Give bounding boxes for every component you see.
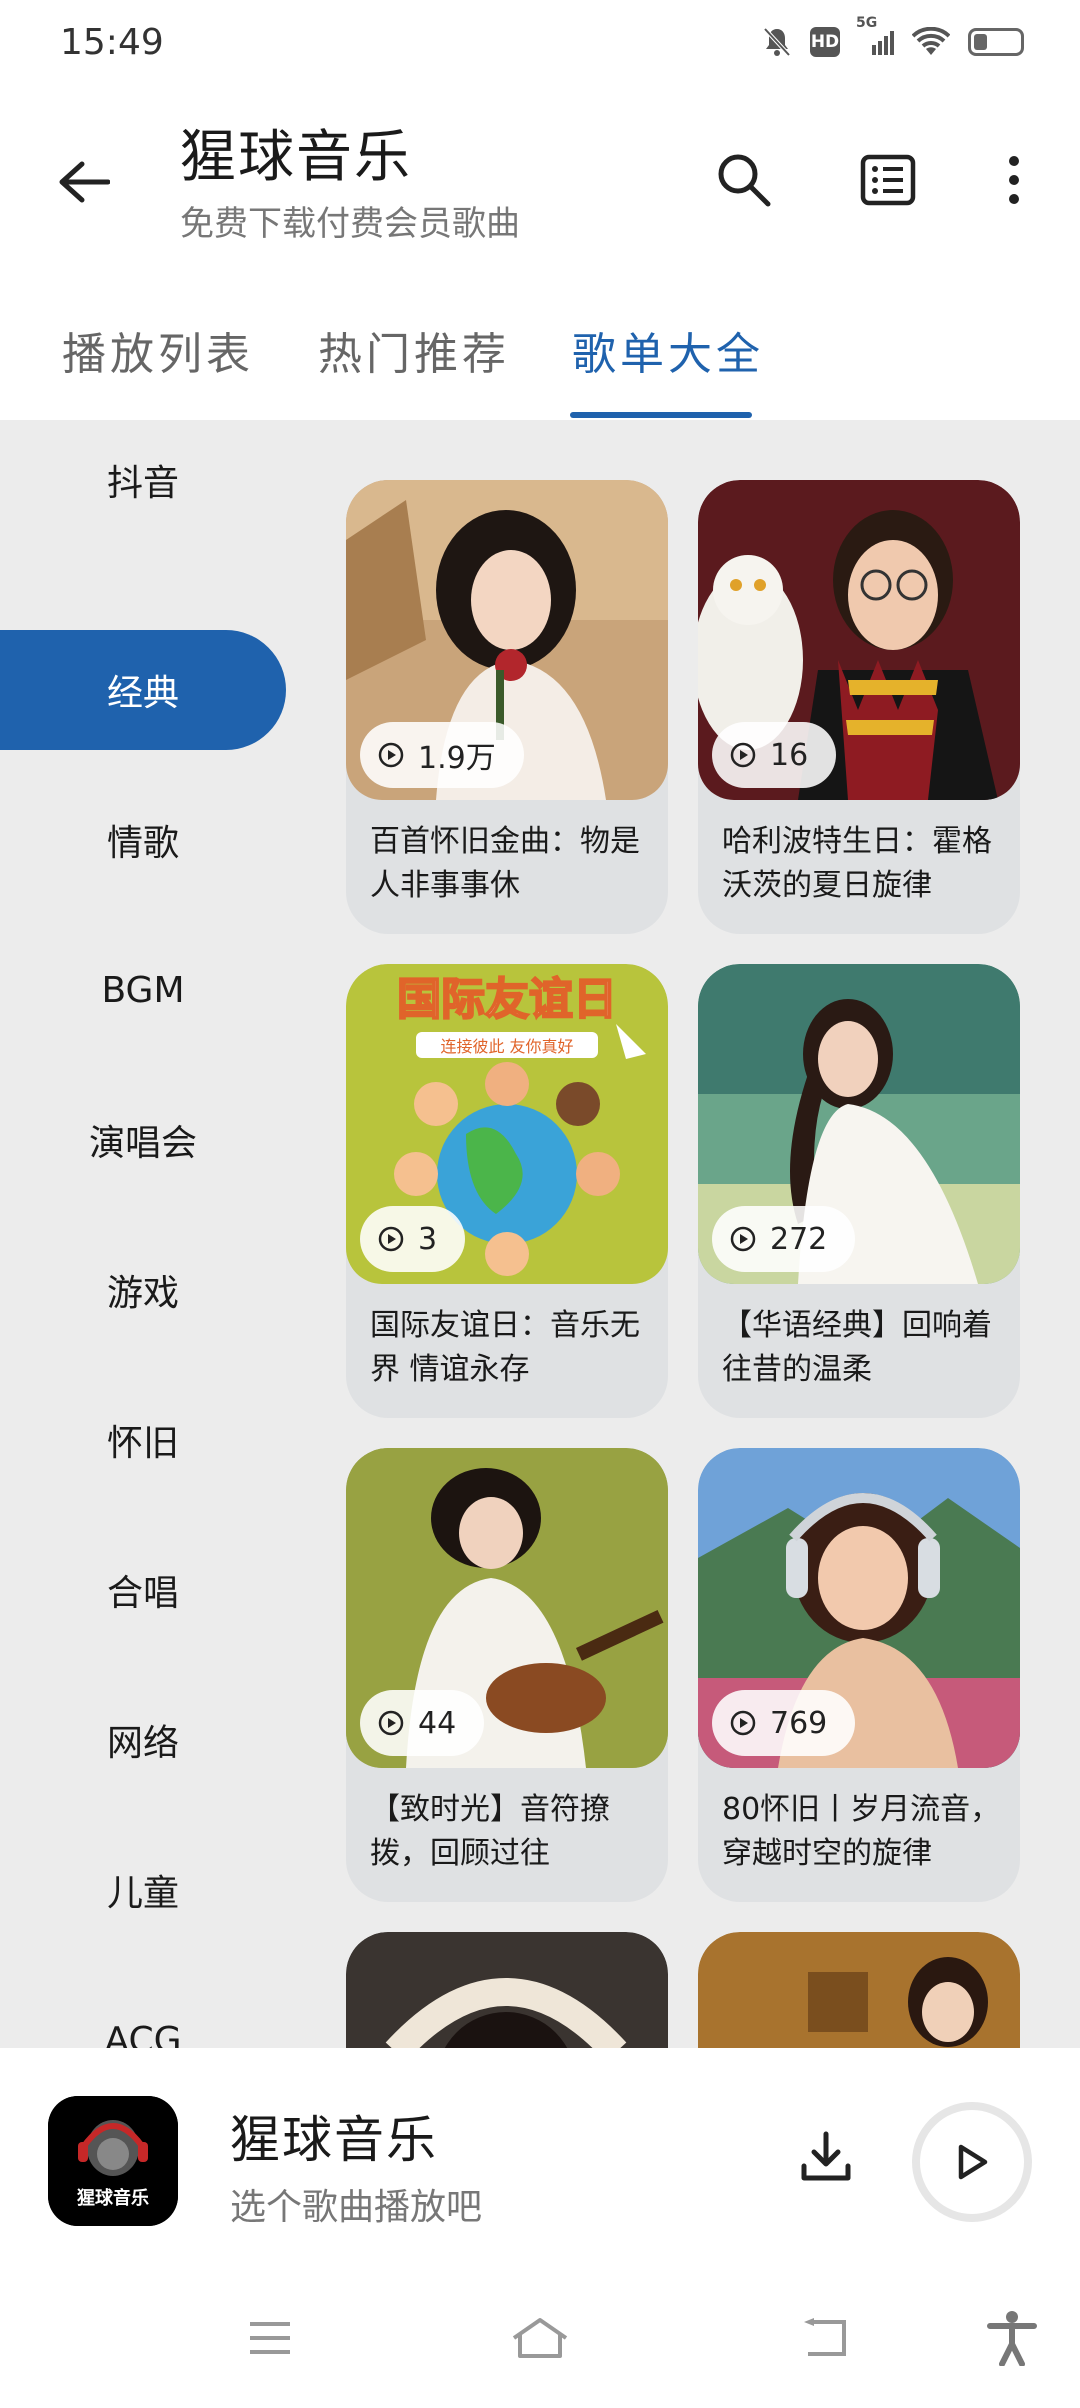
sidebar-item-children[interactable]: 儿童 bbox=[0, 1830, 286, 1950]
back-button[interactable] bbox=[52, 150, 116, 214]
search-icon bbox=[718, 154, 771, 207]
play-button[interactable] bbox=[912, 2102, 1032, 2222]
tab-hot-recommend[interactable]: 热门推荐 bbox=[318, 318, 510, 382]
playlist-cover-image bbox=[346, 1932, 668, 2048]
download-button[interactable] bbox=[790, 2120, 862, 2192]
playlist-card[interactable]: 272 【华语经典】回响着往昔的温柔 bbox=[698, 964, 1020, 1418]
playlist-card[interactable]: 16 哈利波特生日：霍格沃茨的夏日旋律 bbox=[698, 480, 1020, 934]
sidebar-item-douyin[interactable]: 抖音 bbox=[0, 420, 286, 540]
sidebar-item-internet[interactable]: 网络 bbox=[0, 1680, 286, 1800]
sidebar-item-chorus[interactable]: 合唱 bbox=[0, 1530, 286, 1650]
status-time: 15:49 bbox=[60, 21, 164, 63]
play-circle-icon bbox=[378, 1226, 404, 1252]
play-count-pill: 44 bbox=[360, 1690, 485, 1756]
play-icon bbox=[958, 2144, 988, 2180]
playlist-cover-image: 1.9万 bbox=[346, 480, 668, 800]
sidebar-item-nostalgia[interactable]: 怀旧 bbox=[0, 1380, 286, 1500]
system-nav-bar bbox=[0, 2268, 1080, 2408]
sidebar-item-game[interactable]: 游戏 bbox=[0, 1230, 286, 1350]
playlist-cover-image: 272 bbox=[698, 964, 1020, 1284]
app-bar: 猩球音乐 免费下载付费会员歌曲 bbox=[0, 84, 1080, 274]
cover-subtitle-text: 连接彼此 友你真好 bbox=[440, 1037, 573, 1056]
playlist-title: 哈利波特生日：霍格沃茨的夏日旋律 bbox=[722, 824, 992, 903]
home-icon bbox=[512, 2318, 568, 2358]
mini-player[interactable]: 猩球音乐 猩球音乐 选个歌曲播放吧 bbox=[0, 2048, 1080, 2268]
active-tab-indicator bbox=[570, 412, 752, 418]
mute-icon bbox=[762, 26, 792, 58]
arrow-left-icon bbox=[59, 161, 110, 203]
playlist-title: 【华语经典】回响着往昔的温柔 bbox=[722, 1308, 992, 1387]
app-title: 猩球音乐 bbox=[180, 125, 412, 190]
player-subtitle: 选个歌曲播放吧 bbox=[230, 2187, 483, 2228]
play-circle-icon bbox=[378, 1710, 404, 1736]
playlist-title: 国际友谊日：音乐无界 情谊永存 bbox=[370, 1308, 640, 1387]
sidebar-item-bgm[interactable]: BGM bbox=[0, 930, 286, 1050]
play-count: 44 bbox=[418, 1705, 457, 1741]
status-bar: 15:49 HD 5G bbox=[0, 0, 1080, 84]
play-circle-icon bbox=[378, 742, 404, 768]
player-title: 猩球音乐 bbox=[230, 2111, 438, 2169]
playlist-cover-image: 769 bbox=[698, 1448, 1020, 1768]
wifi-icon bbox=[912, 27, 950, 57]
play-count-pill: 769 bbox=[712, 1690, 856, 1756]
playlist-title: 80怀旧丨岁月流音，穿越时空的旋律 bbox=[722, 1792, 1001, 1871]
nav-home-button[interactable] bbox=[508, 2306, 572, 2370]
status-icons: HD 5G bbox=[762, 15, 1024, 58]
cover-title-text: 国际友谊日 bbox=[397, 974, 617, 1025]
download-icon bbox=[801, 2131, 851, 2181]
play-count-pill: 16 bbox=[712, 722, 837, 788]
sidebar-item-love-songs[interactable]: 情歌 bbox=[0, 780, 286, 900]
playlist-card[interactable] bbox=[698, 1932, 1020, 2048]
playlist-cover-image: 44 bbox=[346, 1448, 668, 1768]
play-count-pill: 272 bbox=[712, 1206, 856, 1272]
back-icon bbox=[804, 2318, 846, 2356]
battery-icon bbox=[968, 28, 1024, 56]
signal-icon: 5G bbox=[856, 15, 894, 57]
play-count-pill: 1.9万 bbox=[360, 722, 524, 788]
more-vertical-icon bbox=[1009, 156, 1019, 204]
play-count-pill: 3 bbox=[360, 1206, 466, 1272]
playlist-card[interactable]: 国际友谊日 连接彼此 友你真好 3 国际友谊日：音乐无界 情谊永存 bbox=[346, 964, 668, 1418]
play-count: 16 bbox=[770, 737, 809, 773]
logo-text: 猩球音乐 bbox=[76, 2187, 149, 2209]
playlist-cover-image: 16 bbox=[698, 480, 1020, 800]
playlist-cover-image bbox=[698, 1932, 1020, 2048]
playlist-card[interactable]: 44 【致时光】音符撩拨，回顾过往 bbox=[346, 1448, 668, 1902]
network-type: 5G bbox=[856, 15, 878, 31]
play-count: 272 bbox=[770, 1221, 828, 1257]
nav-recents-button[interactable] bbox=[238, 2306, 302, 2370]
playlist-menu-button[interactable] bbox=[852, 144, 924, 216]
tab-playlist-collection[interactable]: 歌单大全 bbox=[572, 318, 764, 382]
accessibility-icon bbox=[987, 2311, 1037, 2366]
playlist-cover-image: 国际友谊日 连接彼此 友你真好 3 bbox=[346, 964, 668, 1284]
hd-badge: HD bbox=[810, 27, 840, 57]
content-area: 抖音 经典 情歌 BGM 演唱会 游戏 怀旧 合唱 网络 儿童 ACG 1.9万… bbox=[0, 420, 1080, 2048]
more-options-button[interactable] bbox=[988, 144, 1040, 216]
play-circle-icon bbox=[730, 1710, 756, 1736]
nav-back-button[interactable] bbox=[794, 2306, 858, 2370]
play-circle-icon bbox=[730, 742, 756, 768]
nav-accessibility-button[interactable] bbox=[980, 2306, 1044, 2370]
play-count: 1.9万 bbox=[418, 741, 496, 776]
app-subtitle: 免费下载付费会员歌曲 bbox=[180, 204, 520, 244]
playlist-title: 【致时光】音符撩拨，回顾过往 bbox=[370, 1792, 610, 1871]
player-cover-logo: 猩球音乐 bbox=[48, 2096, 178, 2226]
play-count: 769 bbox=[770, 1705, 828, 1741]
search-button[interactable] bbox=[708, 144, 780, 216]
sidebar-item-acg[interactable]: ACG bbox=[0, 1980, 286, 2049]
play-circle-icon bbox=[730, 1226, 756, 1252]
playlist-card[interactable]: 769 80怀旧丨岁月流音，穿越时空的旋律 bbox=[698, 1448, 1020, 1902]
playlist-title: 百首怀旧金曲：物是人非事事休 bbox=[370, 824, 640, 903]
list-icon bbox=[860, 154, 916, 206]
tab-bar: 播放列表 热门推荐 歌单大全 bbox=[0, 290, 1080, 420]
sidebar-item-concert[interactable]: 演唱会 bbox=[0, 1080, 286, 1200]
playlist-card[interactable]: 1.9万 百首怀旧金曲：物是人非事事休 bbox=[346, 480, 668, 934]
playlist-card[interactable] bbox=[346, 1932, 668, 2048]
tab-playlist[interactable]: 播放列表 bbox=[62, 318, 254, 382]
play-count: 3 bbox=[418, 1221, 438, 1257]
menu-icon bbox=[250, 2322, 290, 2354]
